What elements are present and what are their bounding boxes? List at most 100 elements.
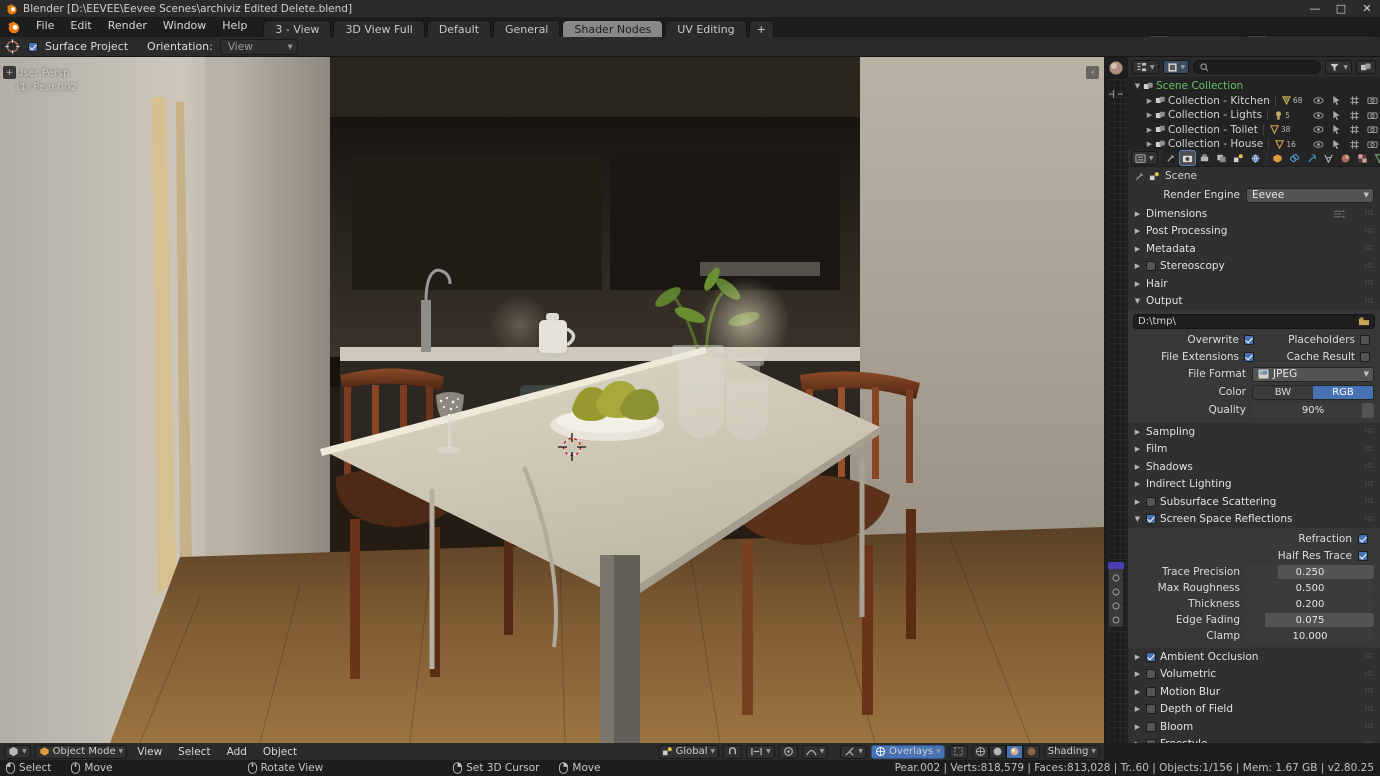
tab-particles-properties[interactable] [1304, 151, 1319, 165]
shading-wireframe-button[interactable] [972, 745, 989, 759]
tab-shader-nodes[interactable]: Shader Nodes [562, 20, 663, 37]
panel-indirect-lighting[interactable]: ▶ Indirect Lighting [1128, 476, 1380, 494]
tab-scene-properties[interactable] [1231, 151, 1246, 165]
tab-constraint-properties[interactable] [1338, 151, 1353, 165]
render-engine-dropdown[interactable]: Eevee ▼ [1246, 188, 1374, 203]
orientation-dropdown[interactable]: View ▼ [220, 39, 298, 55]
viewport-menu-object[interactable]: Object [257, 746, 303, 758]
stereoscopy-checkbox[interactable] [1146, 261, 1156, 271]
expand-triangle-icon[interactable]: ▶ [1144, 111, 1155, 119]
trace-precision-slider[interactable]: 0.250 [1246, 565, 1374, 579]
expand-triangle-icon[interactable]: ▶ [1144, 140, 1155, 148]
expand-triangle-icon[interactable]: ▶ [1133, 653, 1142, 661]
cache-result-checkbox[interactable] [1360, 352, 1370, 362]
subsurface-scattering-checkbox[interactable] [1146, 497, 1156, 507]
tab-uv-editing[interactable]: UV Editing [665, 20, 746, 37]
expand-triangle-icon[interactable]: ▶ [1133, 262, 1142, 270]
panel-screen-space-reflections[interactable]: ▼ Screen Space Reflections [1128, 511, 1380, 529]
transform-orientation-selector[interactable]: Global ▼ [658, 745, 720, 759]
camera-render-icon[interactable] [1367, 139, 1378, 150]
panel-shadows[interactable]: ▶ Shadows [1128, 458, 1380, 476]
panel-output[interactable]: ▼ Output [1128, 293, 1380, 311]
tab-world-properties[interactable] [1248, 151, 1263, 165]
camera-render-icon[interactable] [1367, 124, 1378, 135]
surface-project-checkbox[interactable] [28, 42, 38, 52]
expand-triangle-icon[interactable]: ▶ [1144, 126, 1155, 134]
cursor-select-icon[interactable] [1331, 139, 1342, 150]
display-mode-button[interactable]: ▼ [1163, 60, 1190, 74]
tab-modifier-properties[interactable] [1287, 151, 1302, 165]
shading-solid-button[interactable] [989, 745, 1006, 759]
panel-volumetric[interactable]: ▶ Volumetric [1128, 666, 1380, 684]
move-gizmo-icon[interactable] [1104, 85, 1128, 103]
minimize-button[interactable]: — [1302, 0, 1328, 17]
expand-triangle-icon[interactable]: ▶ [1133, 688, 1142, 696]
output-path-field[interactable]: D:\tmp\ [1133, 314, 1375, 329]
blender-menu-logo-icon[interactable] [6, 19, 22, 35]
panel-freestyle[interactable]: ▶ Freestyle [1128, 736, 1380, 744]
gizmo-toggle-button[interactable]: ▼ [840, 745, 867, 759]
panel-bloom[interactable]: ▶ Bloom [1128, 718, 1380, 736]
refraction-checkbox[interactable] [1358, 534, 1368, 544]
expand-triangle-icon[interactable]: ▶ [1133, 280, 1142, 288]
camera-render-icon[interactable] [1367, 110, 1378, 121]
tab-view-layer-properties[interactable] [1214, 151, 1229, 165]
disable-in-viewport-icon[interactable] [1349, 95, 1360, 106]
shading-rendered-button[interactable] [1023, 745, 1040, 759]
tab-render-properties[interactable] [1180, 151, 1195, 165]
outliner-row-collection-kitchen[interactable]: ▶ Collection - Kitchen 68 [1128, 94, 1380, 109]
sidebar-icon-column[interactable] [1106, 569, 1126, 629]
filter-button[interactable]: ▼ [1325, 60, 1352, 74]
collapse-triangle-icon[interactable]: ▼ [1133, 297, 1142, 305]
expand-triangle-icon[interactable]: ▼ [1132, 82, 1143, 90]
snap-magnet-button[interactable] [723, 745, 742, 759]
menu-help[interactable]: Help [214, 17, 255, 35]
preset-icon[interactable] [1334, 210, 1345, 218]
tab-material-properties[interactable] [1355, 151, 1370, 165]
file-extensions-checkbox[interactable] [1244, 352, 1254, 362]
ssr-enable-checkbox[interactable] [1146, 514, 1156, 524]
expand-triangle-icon[interactable]: ▶ [1133, 245, 1142, 253]
outliner-row-collection-lights[interactable]: ▶ Collection - Lights 5 [1128, 108, 1380, 123]
expand-triangle-icon[interactable]: ▶ [1133, 670, 1142, 678]
max-roughness-field[interactable]: 0.500 [1246, 581, 1374, 595]
shading-material-button[interactable] [1006, 745, 1023, 759]
expand-triangle-icon[interactable]: ▶ [1133, 705, 1142, 713]
outliner-editor-type-button[interactable]: ▼ [1132, 60, 1159, 74]
expand-triangle-icon[interactable]: ▶ [1133, 498, 1142, 506]
xray-toggle[interactable] [949, 745, 968, 759]
panel-metadata[interactable]: ▶ Metadata [1128, 240, 1380, 258]
proportional-edit-button[interactable]: ▼ [802, 745, 829, 759]
depth-of-field-checkbox[interactable] [1146, 704, 1156, 714]
new-collection-button[interactable] [1356, 60, 1376, 74]
menu-render[interactable]: Render [100, 17, 155, 35]
panel-depth-of-field[interactable]: ▶ Depth of Field [1128, 701, 1380, 719]
half-res-checkbox[interactable] [1358, 551, 1368, 561]
expand-triangle-icon[interactable]: ▶ [1133, 428, 1142, 436]
clamp-field[interactable]: 10.000 [1246, 629, 1374, 643]
quality-slider[interactable]: 90% [1252, 403, 1374, 418]
expand-triangle-icon[interactable]: ▶ [1133, 210, 1142, 218]
panel-stereoscopy[interactable]: ▶ Stereoscopy [1128, 258, 1380, 276]
eye-icon[interactable] [1313, 139, 1324, 150]
panel-subsurface-scattering[interactable]: ▶ Subsurface Scattering [1128, 493, 1380, 511]
thickness-field[interactable]: 0.200 [1246, 597, 1374, 611]
viewport-sidebar-toggle[interactable]: ‹ [1086, 66, 1099, 79]
disable-in-viewport-icon[interactable] [1349, 139, 1360, 150]
edge-fading-slider[interactable]: 0.075 [1246, 613, 1374, 627]
cursor-select-icon[interactable] [1331, 110, 1342, 121]
expand-triangle-icon[interactable]: ▶ [1133, 227, 1142, 235]
panel-post-processing[interactable]: ▶ Post Processing [1128, 223, 1380, 241]
tab-tool-properties[interactable] [1163, 151, 1178, 165]
disable-in-viewport-icon[interactable] [1349, 124, 1360, 135]
overlays-toggle[interactable]: Overlays ▼ [871, 745, 945, 759]
cursor-tool-icon[interactable] [4, 38, 21, 55]
mode-selector[interactable]: Object Mode ▼ [35, 745, 128, 759]
menu-file[interactable]: File [28, 17, 62, 35]
collapse-triangle-icon[interactable]: ▼ [1133, 515, 1142, 523]
eye-icon[interactable] [1313, 95, 1324, 106]
shading-popover-button[interactable]: Shading ▼ [1044, 745, 1100, 759]
camera-render-icon[interactable] [1367, 95, 1378, 106]
expand-triangle-icon[interactable]: ▶ [1133, 463, 1142, 471]
menu-window[interactable]: Window [155, 17, 214, 35]
